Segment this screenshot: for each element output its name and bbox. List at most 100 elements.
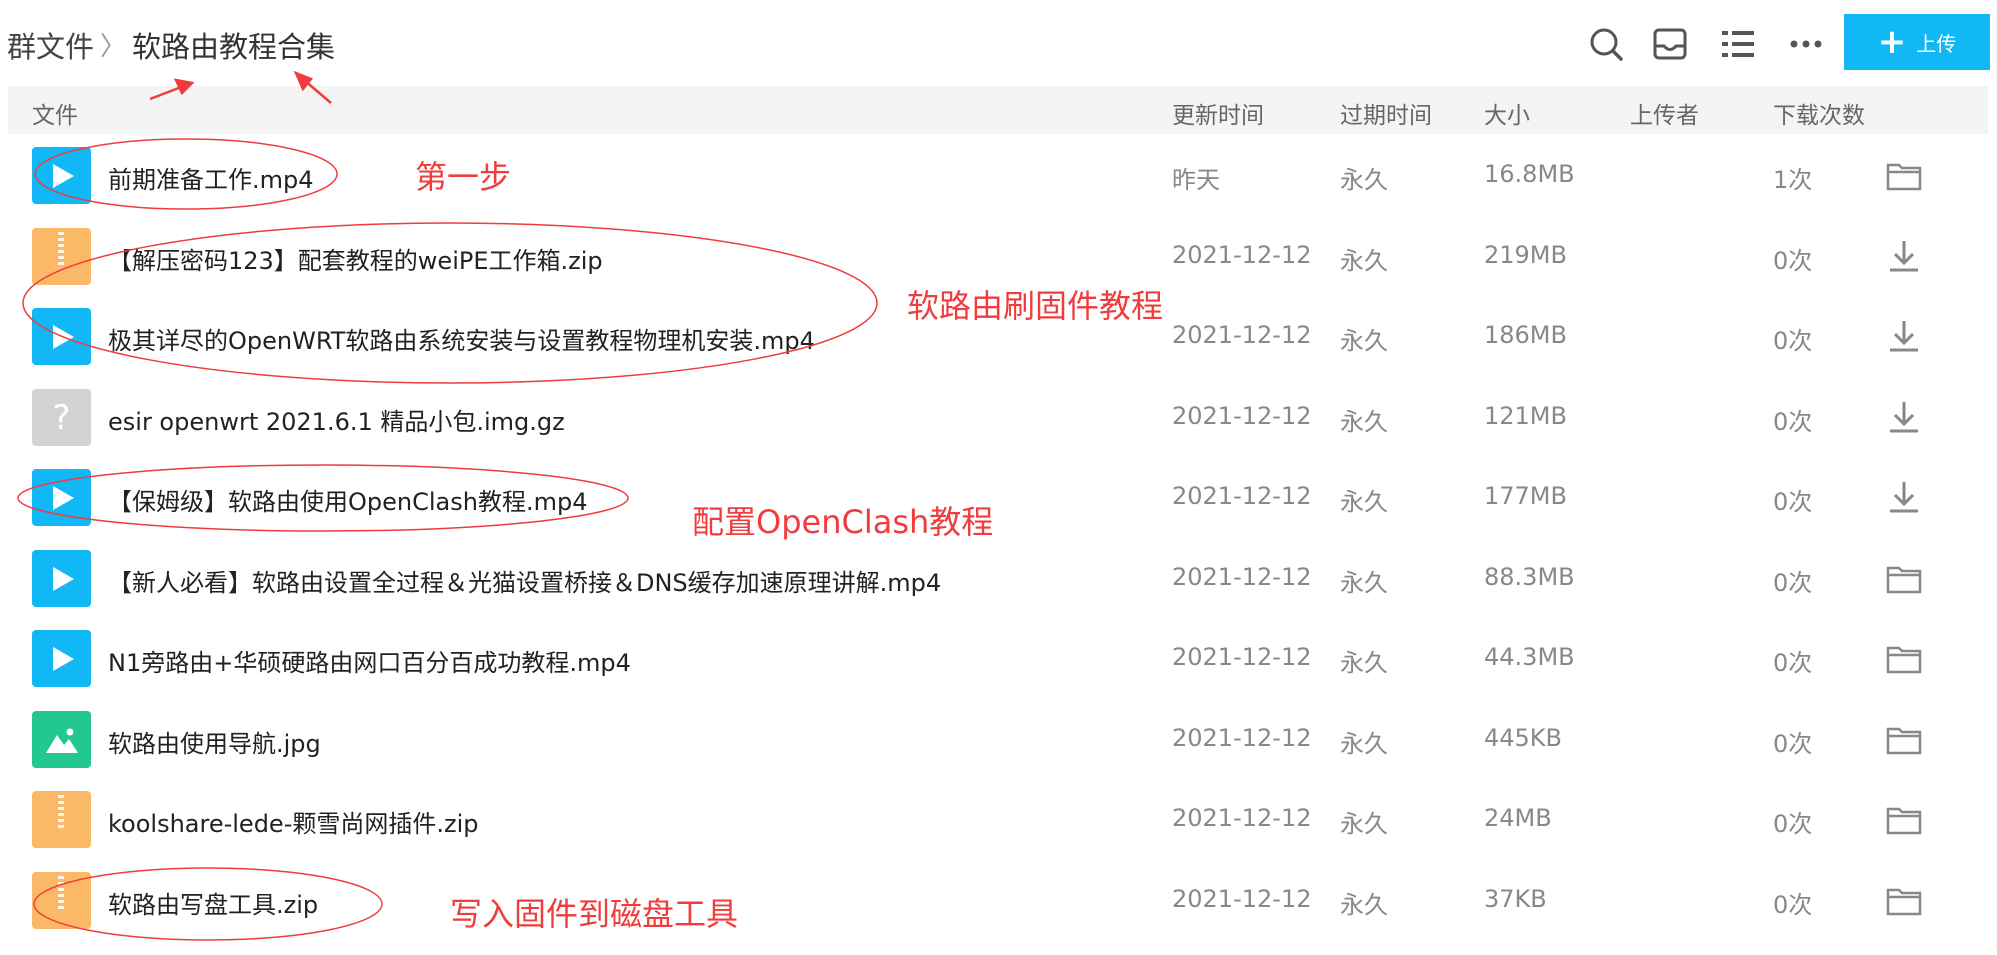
folder-icon[interactable]: [1884, 799, 1924, 839]
file-size: 44.3MB: [1484, 643, 1575, 671]
annotation-write-disk: 写入固件到磁盘工具: [450, 895, 739, 933]
column-downloads[interactable]: 下载次数: [1773, 96, 1865, 130]
more-icon[interactable]: [1786, 24, 1826, 64]
breadcrumb-separator: 〉: [100, 32, 127, 62]
file-name[interactable]: 极其详尽的OpenWRT软路由系统安装与设置教程物理机安装.mp4: [108, 321, 815, 356]
updated-time: 2021-12-12: [1172, 321, 1312, 349]
file-size: 88.3MB: [1484, 563, 1575, 591]
file-name[interactable]: 软路由使用导航.jpg: [108, 724, 321, 759]
table-header: 文件 更新时间 过期时间 大小 上传者 下载次数: [8, 86, 1988, 134]
video-file-icon: [32, 630, 91, 687]
search-icon[interactable]: [1586, 24, 1626, 64]
column-updated[interactable]: 更新时间: [1172, 96, 1264, 130]
column-size[interactable]: 大小: [1484, 96, 1530, 130]
download-count: 0次: [1773, 649, 1813, 677]
download-count: 0次: [1773, 730, 1813, 758]
expire-time: 永久: [1340, 810, 1388, 838]
unknown-file-icon: ?: [32, 389, 91, 446]
folder-icon[interactable]: [1884, 155, 1924, 195]
updated-time: 2021-12-12: [1172, 804, 1312, 832]
expire-time: 永久: [1340, 649, 1388, 677]
file-size: 177MB: [1484, 482, 1567, 510]
table-row[interactable]: 软路由使用导航.jpg 2021-12-12 永久 445KB 0次: [0, 699, 1997, 779]
download-icon[interactable]: [1884, 477, 1924, 517]
file-name[interactable]: 【新人必看】软路由设置全过程＆光猫设置桥接＆DNS缓存加速原理讲解.mp4: [108, 563, 941, 598]
inbox-icon[interactable]: [1650, 24, 1690, 64]
file-name[interactable]: koolshare-lede-颗雪尚网插件.zip: [108, 804, 479, 839]
plus-icon: +: [1877, 22, 1907, 62]
file-size: 219MB: [1484, 241, 1567, 269]
download-count: 0次: [1773, 569, 1813, 597]
file-name[interactable]: 【保姆级】软路由使用OpenClash教程.mp4: [108, 482, 587, 517]
video-file-icon: [32, 147, 91, 204]
expire-time: 永久: [1340, 730, 1388, 758]
expire-time: 永久: [1340, 327, 1388, 355]
download-count: 0次: [1773, 247, 1813, 275]
annotation-step1: 第一步: [415, 158, 512, 196]
expire-time: 永久: [1340, 891, 1388, 919]
updated-time: 2021-12-12: [1172, 885, 1312, 913]
download-count: 0次: [1773, 408, 1813, 436]
file-name[interactable]: 【解压密码123】配套教程的weiPE工作箱.zip: [108, 241, 603, 276]
download-count: 1次: [1773, 166, 1813, 194]
file-size: 16.8MB: [1484, 160, 1575, 188]
table-row[interactable]: 软路由写盘工具.zip 2021-12-12 永久 37KB 0次: [0, 860, 1997, 940]
folder-icon[interactable]: [1884, 719, 1924, 759]
download-icon[interactable]: [1884, 316, 1924, 356]
file-name[interactable]: 软路由写盘工具.zip: [108, 885, 318, 920]
updated-time: 2021-12-12: [1172, 241, 1312, 269]
updated-time: 2021-12-12: [1172, 643, 1312, 671]
expire-time: 永久: [1340, 247, 1388, 275]
file-name[interactable]: esir openwrt 2021.6.1 精品小包.img.gz: [108, 402, 565, 437]
zip-file-icon: [32, 872, 91, 929]
video-file-icon: [32, 308, 91, 365]
upload-button[interactable]: + 上传: [1844, 14, 1990, 70]
file-size: 121MB: [1484, 402, 1567, 430]
video-file-icon: [32, 550, 91, 607]
annotation-flash: 软路由刷固件教程: [907, 287, 1164, 325]
zip-file-icon: [32, 228, 91, 285]
folder-icon[interactable]: [1884, 880, 1924, 920]
download-count: 0次: [1773, 488, 1813, 516]
table-row[interactable]: koolshare-lede-颗雪尚网插件.zip 2021-12-12 永久 24M…: [0, 779, 1997, 859]
header: 群文件 〉 软路由教程合集 + 上传: [0, 0, 1997, 86]
zip-file-icon: [32, 791, 91, 848]
table-row[interactable]: ? esir openwrt 2021.6.1 精品小包.img.gz 2021-1…: [0, 377, 1997, 457]
updated-time: 2021-12-12: [1172, 482, 1312, 510]
expire-time: 永久: [1340, 488, 1388, 516]
column-file[interactable]: 文件: [32, 96, 78, 130]
table-row[interactable]: 前期准备工作.mp4 昨天 永久 16.8MB 1次: [0, 135, 1997, 215]
file-name[interactable]: 前期准备工作.mp4: [108, 160, 314, 195]
expire-time: 永久: [1340, 569, 1388, 597]
expire-time: 永久: [1340, 166, 1388, 194]
download-count: 0次: [1773, 810, 1813, 838]
column-expires[interactable]: 过期时间: [1340, 96, 1432, 130]
file-size: 24MB: [1484, 804, 1552, 832]
breadcrumb-root[interactable]: 群文件: [7, 24, 94, 66]
upload-label: 上传: [1916, 31, 1957, 56]
column-uploader[interactable]: 上传者: [1630, 96, 1699, 130]
folder-icon[interactable]: [1884, 638, 1924, 678]
annotation-openclash: 配置OpenClash教程: [692, 503, 994, 541]
file-size: 37KB: [1484, 885, 1547, 913]
table-row[interactable]: 【新人必看】软路由设置全过程＆光猫设置桥接＆DNS缓存加速原理讲解.mp4 202…: [0, 538, 1997, 618]
updated-time: 2021-12-12: [1172, 563, 1312, 591]
image-file-icon: [32, 711, 91, 768]
table-row[interactable]: 【保姆级】软路由使用OpenClash教程.mp4 2021-12-12 永久 177…: [0, 457, 1997, 537]
updated-time: 2021-12-12: [1172, 402, 1312, 430]
download-count: 0次: [1773, 891, 1813, 919]
table-row[interactable]: N1旁路由+华硕硬路由网口百分百成功教程.mp4 2021-12-12 永久 44.3…: [0, 618, 1997, 698]
updated-time: 2021-12-12: [1172, 724, 1312, 752]
breadcrumb-current: 软路由教程合集: [132, 30, 336, 64]
list-view-icon[interactable]: [1718, 24, 1758, 64]
expire-time: 永久: [1340, 408, 1388, 436]
download-icon[interactable]: [1884, 397, 1924, 437]
video-file-icon: [32, 469, 91, 526]
updated-time: 昨天: [1172, 166, 1220, 194]
file-size: 186MB: [1484, 321, 1567, 349]
file-name[interactable]: N1旁路由+华硕硬路由网口百分百成功教程.mp4: [108, 643, 631, 678]
folder-icon[interactable]: [1884, 558, 1924, 598]
file-size: 445KB: [1484, 724, 1563, 752]
download-icon[interactable]: [1884, 236, 1924, 276]
download-count: 0次: [1773, 327, 1813, 355]
